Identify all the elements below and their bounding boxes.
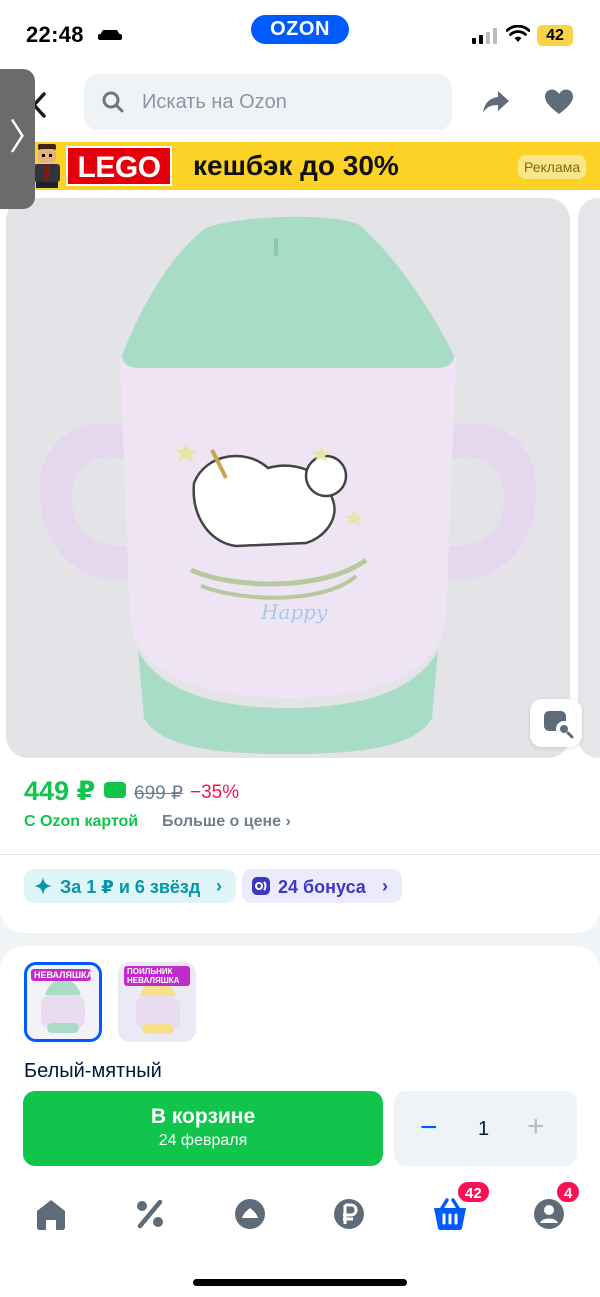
chevron-right-icon: › bbox=[382, 876, 388, 896]
image-search-icon bbox=[544, 711, 574, 739]
current-price: 449 ₽ bbox=[24, 776, 96, 806]
cup-print-caption: Happy bbox=[261, 600, 328, 624]
share-icon[interactable] bbox=[481, 88, 511, 116]
percent-icon[interactable] bbox=[130, 1194, 170, 1234]
top-header: Искать на Ozon bbox=[0, 70, 600, 142]
discount-badge: −35% bbox=[190, 782, 240, 803]
chevron-right-icon: › bbox=[285, 813, 291, 830]
next-photo-peek[interactable] bbox=[578, 198, 600, 758]
product-page: 22:48 OZON 42 Искать на Ozon LEGO кешбэк… bbox=[0, 0, 600, 1297]
purchase-bar: В корзине 24 февраля − 1 + bbox=[0, 1080, 600, 1180]
car-icon bbox=[98, 30, 122, 40]
delivery-date: 24 февраля bbox=[158, 1132, 248, 1149]
chevron-right-icon: 〉 bbox=[9, 116, 46, 157]
cart-tab[interactable]: 42 bbox=[430, 1180, 491, 1234]
ozon-logo-pill[interactable]: OZON bbox=[251, 15, 349, 44]
quantity-stepper: − 1 + bbox=[394, 1091, 577, 1166]
favorite-heart-icon[interactable] bbox=[544, 88, 574, 116]
search-icon bbox=[102, 91, 124, 113]
variant-thumb[interactable]: ПОИЛЬНИК НЕВАЛЯШКА bbox=[118, 962, 196, 1042]
old-price: 699 ₽ bbox=[134, 783, 184, 804]
promo-chips: За 1 ₽ и 6 звёзд › 24 бонуса › bbox=[0, 855, 600, 933]
stars-chip[interactable]: За 1 ₽ и 6 звёзд › bbox=[24, 869, 236, 903]
battery-indicator: 42 bbox=[537, 25, 573, 46]
search-placeholder[interactable]: Искать на Ozon bbox=[142, 91, 287, 114]
increase-button[interactable]: + bbox=[527, 1112, 545, 1142]
more-about-price-link[interactable]: Больше о цене › bbox=[162, 813, 291, 831]
product-gallery: Happy bbox=[0, 190, 600, 766]
in-cart-button[interactable]: В корзине 24 февраля bbox=[23, 1091, 383, 1166]
status-time: 22:48 bbox=[26, 22, 84, 47]
variant-thumb-label: ПОИЛЬНИК НЕВАЛЯШКА bbox=[124, 966, 190, 986]
more-about-price-text: Больше о цене bbox=[162, 813, 282, 830]
cart-button-label: В корзине bbox=[150, 1105, 256, 1128]
lego-logo: LEGO bbox=[66, 146, 172, 186]
variant-selector: НЕВАЛЯШКА ПОИЛЬНИК НЕВАЛЯШКА Белый-мятны… bbox=[0, 946, 600, 1086]
search-bar[interactable]: Искать на Ozon bbox=[84, 74, 452, 130]
unicorn-print bbox=[192, 454, 348, 548]
bonus-chip[interactable]: 24 бонуса › bbox=[242, 869, 402, 903]
product-photo[interactable]: Happy bbox=[6, 198, 570, 758]
ozon-card-label: С Ozon картой bbox=[24, 813, 139, 830]
variant-thumb-selected[interactable]: НЕВАЛЯШКА bbox=[24, 962, 102, 1042]
price-block: 449 ₽ 699 ₽ −35% С Ozon картой Больше о … bbox=[0, 766, 600, 854]
ad-text: кешбэк до 30% bbox=[193, 150, 399, 181]
fresh-icon[interactable] bbox=[230, 1194, 270, 1234]
status-bar: 22:48 OZON 42 bbox=[0, 0, 600, 70]
bonus-chip-label: 24 бонуса bbox=[278, 877, 366, 897]
visual-search-button[interactable] bbox=[530, 699, 582, 747]
variant-thumb-label: НЕВАЛЯШКА bbox=[31, 969, 93, 981]
bottom-tab-bar: 42 4 bbox=[0, 1180, 600, 1297]
ad-banner[interactable]: LEGO кешбэк до 30% Реклама bbox=[0, 142, 600, 190]
profile-tab[interactable]: 4 bbox=[529, 1180, 582, 1234]
stars-chip-label: За 1 ₽ и 6 звёзд bbox=[60, 877, 201, 897]
ruble-icon[interactable] bbox=[329, 1194, 369, 1234]
chevron-right-icon: › bbox=[216, 876, 222, 896]
ozon-card-icon bbox=[104, 782, 126, 798]
quantity-value: 1 bbox=[478, 1118, 490, 1140]
cart-badge: 42 bbox=[456, 1180, 491, 1204]
wifi-icon bbox=[506, 25, 530, 42]
sippy-cup-illustration bbox=[39, 216, 537, 754]
home-indicator bbox=[193, 1279, 407, 1286]
sparkle-icon bbox=[34, 877, 52, 895]
side-panel-handle[interactable]: 〉 bbox=[0, 69, 45, 209]
home-icon[interactable] bbox=[31, 1194, 71, 1234]
ad-tag: Реклама bbox=[518, 155, 587, 179]
cellular-signal-icon bbox=[472, 28, 497, 44]
decrease-button[interactable]: − bbox=[420, 1113, 438, 1143]
bonus-icon bbox=[252, 877, 270, 895]
profile-badge: 4 bbox=[555, 1180, 582, 1204]
